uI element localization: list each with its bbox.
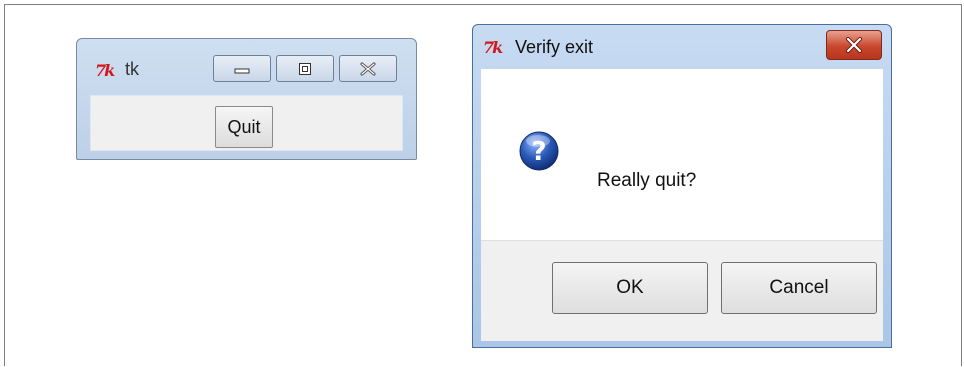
tk-logo-icon: 7k: [95, 61, 115, 80]
close-icon: [360, 62, 376, 75]
tk-logo-icon: 7k: [483, 38, 503, 57]
question-icon: ?: [519, 131, 559, 171]
close-button[interactable]: [339, 55, 397, 82]
tk-client-area: Quit: [90, 95, 403, 151]
minimize-button[interactable]: [213, 55, 271, 82]
close-icon: [846, 37, 862, 53]
dialog-close-button[interactable]: [826, 30, 882, 60]
dialog-message: Really quit?: [597, 170, 697, 191]
dialog-body: ? Really quit?: [481, 69, 883, 240]
window-title: tk: [125, 59, 140, 79]
verify-exit-dialog: 7k Verify exit ? Really quit? OK Cancel: [472, 24, 892, 348]
ok-button[interactable]: OK: [552, 262, 708, 314]
svg-text:?: ?: [531, 137, 546, 167]
dialog-button-bar: OK Cancel: [481, 240, 883, 341]
maximize-icon: [299, 62, 311, 75]
cancel-button[interactable]: Cancel: [721, 262, 877, 314]
quit-button[interactable]: Quit: [215, 106, 273, 148]
minimize-icon: [234, 68, 250, 73]
maximize-button[interactable]: [276, 55, 334, 82]
tk-titlebar[interactable]: 7k tk: [77, 39, 416, 93]
dialog-title: Verify exit: [515, 37, 594, 57]
tk-window: 7k tk Quit: [76, 38, 417, 160]
